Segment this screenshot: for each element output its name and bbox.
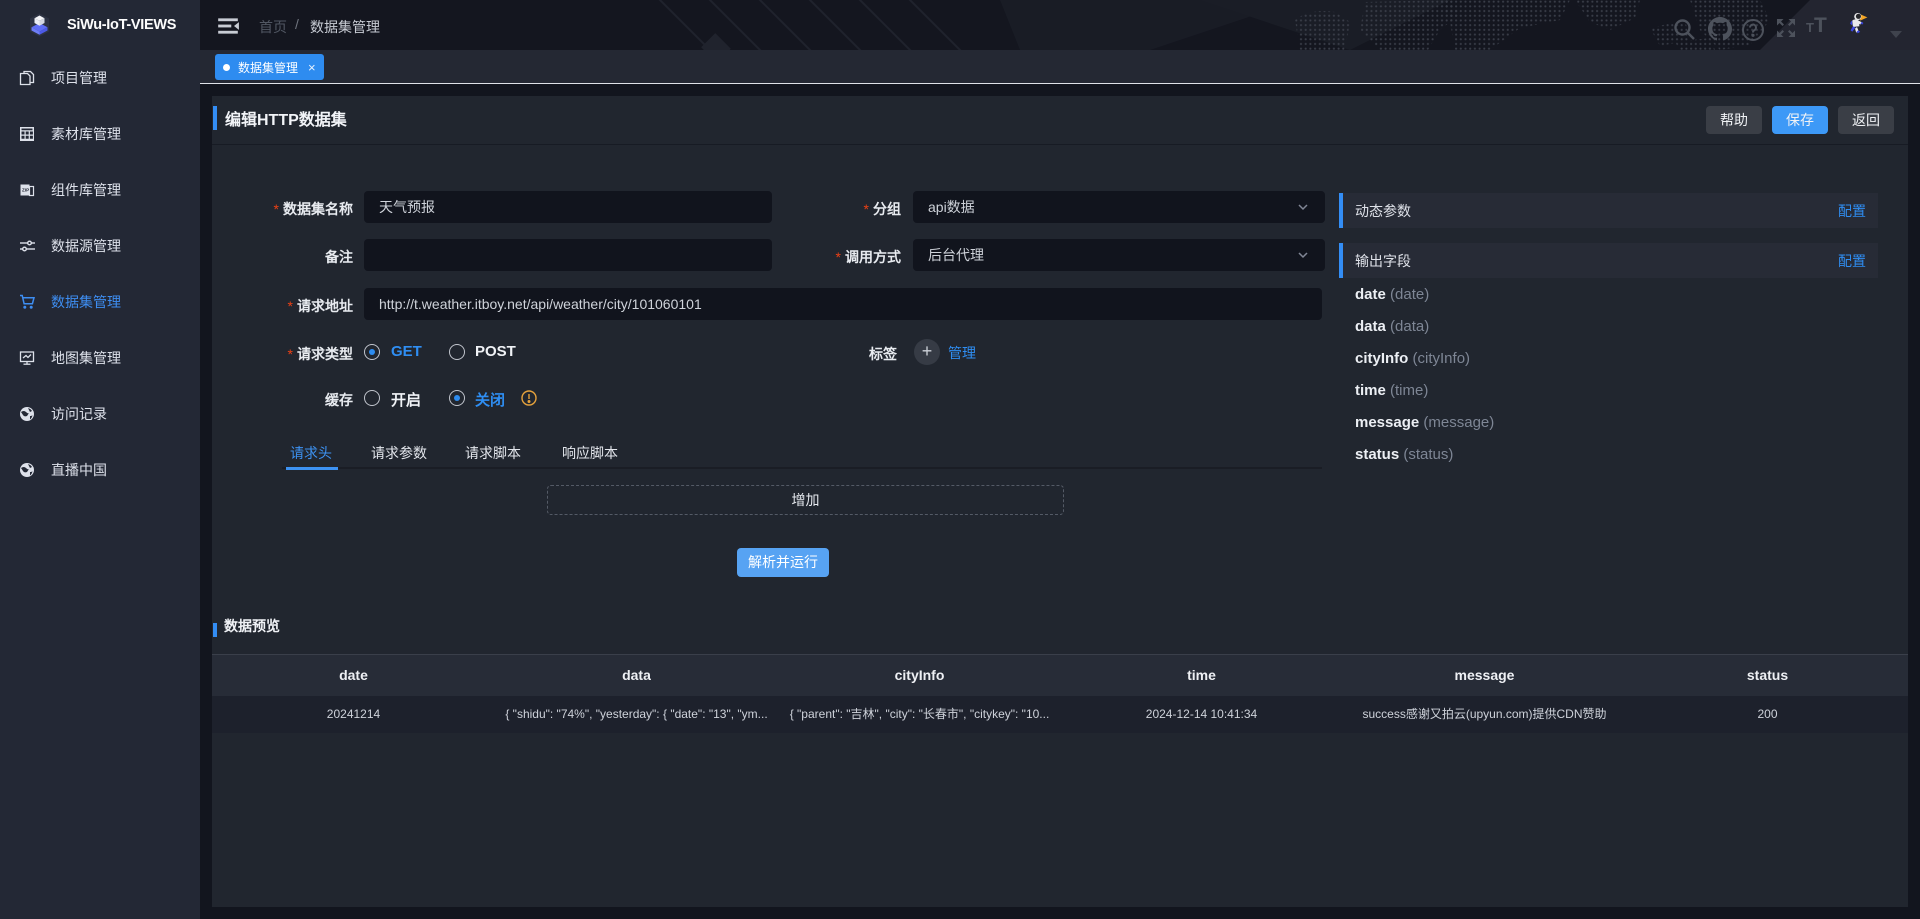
svg-text:ZIP: ZIP xyxy=(22,188,29,193)
